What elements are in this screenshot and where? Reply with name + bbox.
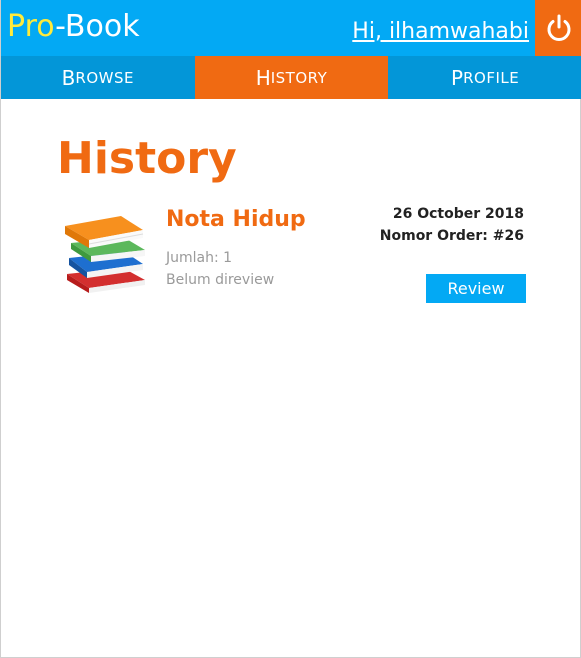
books-stack-image — [65, 216, 145, 293]
review-button[interactable]: Review — [426, 274, 526, 303]
order-quantity: Jumlah: 1 — [166, 250, 233, 266]
order-date: 26 October 2018 — [392, 206, 524, 222]
logo-dash: - — [55, 9, 65, 44]
page-title: History — [57, 133, 237, 184]
tab-history[interactable]: H ISTORY — [194, 56, 389, 99]
order-number: Nomor Order: #26 — [379, 228, 524, 244]
user-greeting-link[interactable]: Hi, ilhamwahabi — [352, 18, 529, 46]
tab-profile[interactable]: P ROFILE — [388, 56, 581, 99]
review-status: Belum direview — [166, 272, 275, 288]
app-header: Pro-Book Hi, ilhamwahabi — [1, 0, 581, 56]
book-title[interactable]: Nota Hidup — [166, 205, 306, 235]
logo-book: Book — [64, 9, 140, 44]
main-nav: B ROWSE H ISTORY P ROFILE — [1, 56, 581, 99]
tab-browse-rest: ROWSE — [75, 68, 134, 87]
tab-history-rest: ISTORY — [270, 68, 328, 87]
logout-button[interactable] — [535, 0, 581, 56]
logo-pro: Pro — [7, 9, 56, 44]
app-logo[interactable]: Pro-Book — [7, 9, 140, 45]
tab-browse[interactable]: B ROWSE — [1, 56, 195, 99]
tab-profile-first: P — [451, 65, 464, 90]
tab-browse-first: B — [61, 65, 76, 90]
tab-history-first: H — [255, 65, 271, 90]
tab-profile-rest: ROFILE — [463, 68, 520, 87]
power-icon — [547, 14, 570, 41]
